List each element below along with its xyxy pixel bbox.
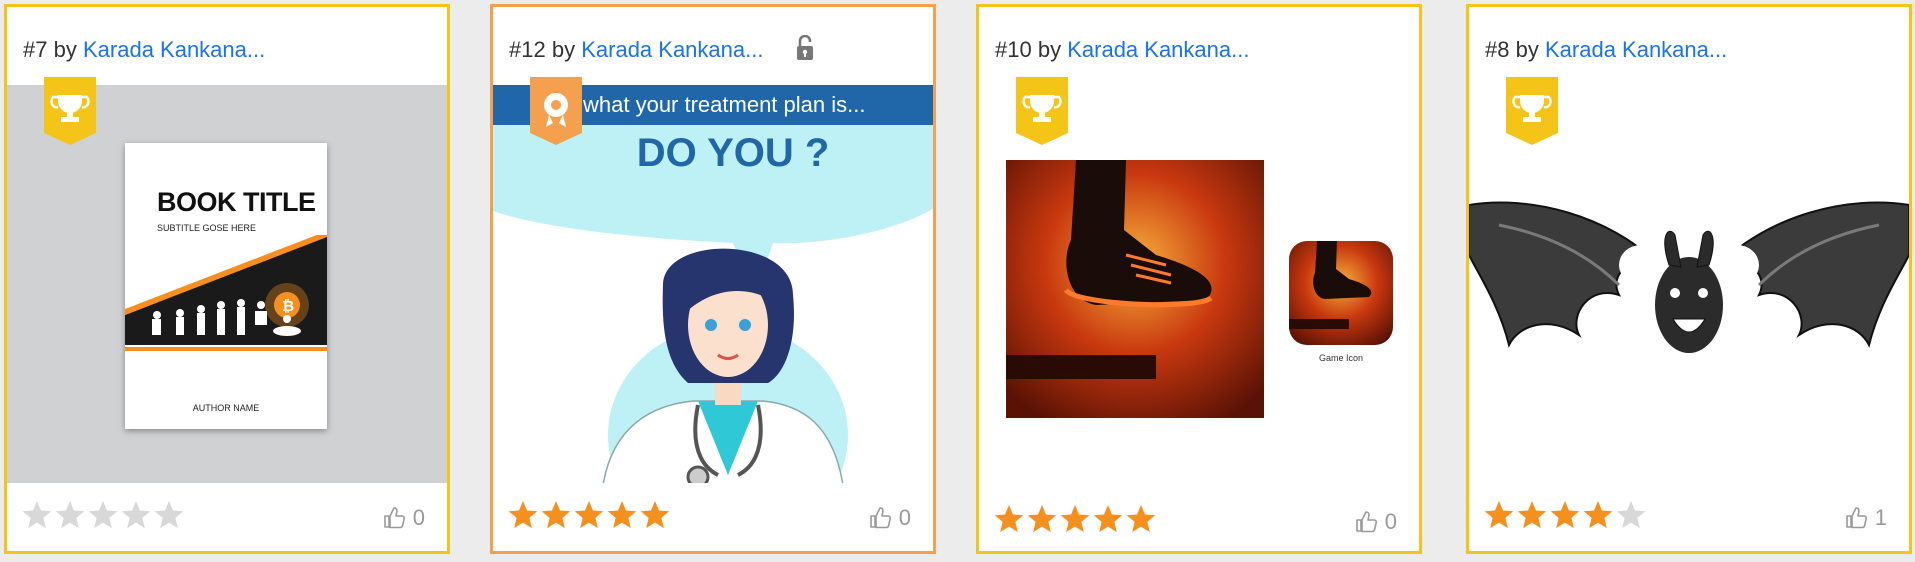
by-label: by [1037, 37, 1062, 62]
star-icon[interactable] [21, 499, 53, 531]
rating-stars[interactable] [993, 503, 1157, 535]
by-label: by [1515, 37, 1539, 62]
star-icon[interactable] [153, 499, 185, 531]
like-button[interactable]: 0 [869, 505, 911, 531]
evolution-illustration: ₿ [125, 235, 327, 351]
author-link[interactable]: Karada Kankana... [581, 37, 763, 62]
game-icon-caption: Game Icon [1318, 353, 1364, 363]
card-header: #7 by Karada Kankana... [23, 37, 265, 63]
card-header: #10 by Karada Kankana... [995, 37, 1249, 63]
star-icon[interactable] [993, 503, 1025, 535]
star-icon[interactable] [507, 499, 539, 531]
star-icon[interactable] [120, 499, 152, 531]
star-icon[interactable] [540, 499, 572, 531]
design-card-7[interactable]: #7 by Karada Kankana... BOOK TITLE SUBTI… [4, 4, 450, 554]
doctor-illustration [602, 248, 848, 483]
book-author: AUTHOR NAME [192, 403, 260, 413]
like-count: 0 [1384, 509, 1397, 534]
star-icon[interactable] [1516, 499, 1548, 531]
thumbs-up-icon [1845, 507, 1867, 529]
like-button[interactable]: 0 [1355, 509, 1397, 535]
trophy-icon [1506, 77, 1558, 145]
thumbs-up-icon [383, 507, 405, 529]
svg-text:₿: ₿ [282, 298, 294, 315]
like-button[interactable]: 1 [1845, 505, 1887, 531]
like-count: 1 [1874, 505, 1887, 530]
author-link[interactable]: Karada Kankana... [1545, 37, 1727, 62]
star-icon[interactable] [1026, 503, 1058, 535]
star-icon[interactable] [1582, 499, 1614, 531]
rating-stars[interactable] [1483, 499, 1647, 531]
rank-label: #7 [23, 37, 48, 62]
star-icon[interactable] [639, 499, 671, 531]
award-ribbon-icon [530, 77, 582, 145]
book-title: BOOK TITLE [157, 187, 316, 217]
game-art-large [1006, 160, 1264, 418]
design-card-10[interactable]: #10 by Karada Kankana... Game Icon 0 [976, 4, 1422, 554]
design-card-8[interactable]: #8 by Karada Kankana... 1 [1466, 4, 1912, 554]
unlock-icon[interactable] [795, 35, 815, 61]
card-header: #8 by Karada Kankana... [1485, 37, 1727, 63]
rank-label: #10 [995, 37, 1032, 62]
star-icon[interactable] [1549, 499, 1581, 531]
star-icon[interactable] [1092, 503, 1124, 535]
by-label: by [53, 37, 77, 62]
star-icon[interactable] [1615, 499, 1647, 531]
bat-illustration [1469, 201, 1909, 353]
like-button[interactable]: 0 [383, 505, 425, 531]
by-label: by [551, 37, 576, 62]
author-link[interactable]: Karada Kankana... [1067, 37, 1249, 62]
card-header: #12 by Karada Kankana... [509, 37, 763, 63]
rating-stars[interactable] [507, 499, 671, 531]
rank-label: #8 [1485, 37, 1510, 62]
author-link[interactable]: Karada Kankana... [83, 37, 265, 62]
like-count: 0 [412, 505, 425, 530]
rating-stars[interactable] [21, 499, 185, 531]
book-cover: BOOK TITLE SUBTITLE GOSE HERE ₿ AUTHOR N… [125, 143, 327, 429]
thumbs-up-icon [1355, 511, 1377, 533]
book-subtitle: SUBTITLE GOSE HERE [157, 223, 257, 233]
star-icon[interactable] [1125, 503, 1157, 535]
poster-line: what your treatment plan is... [583, 92, 866, 117]
star-icon[interactable] [87, 499, 119, 531]
trophy-icon [1016, 77, 1068, 145]
design-card-12[interactable]: #12 by Karada Kankana... what your treat… [490, 4, 936, 554]
star-icon[interactable] [54, 499, 86, 531]
game-icon-preview [1289, 241, 1393, 345]
like-count: 0 [898, 505, 911, 530]
trophy-icon [44, 77, 96, 145]
star-icon[interactable] [1483, 499, 1515, 531]
star-icon[interactable] [573, 499, 605, 531]
star-icon[interactable] [606, 499, 638, 531]
thumbs-up-icon [869, 507, 891, 529]
star-icon[interactable] [1059, 503, 1091, 535]
rank-label: #12 [509, 37, 546, 62]
